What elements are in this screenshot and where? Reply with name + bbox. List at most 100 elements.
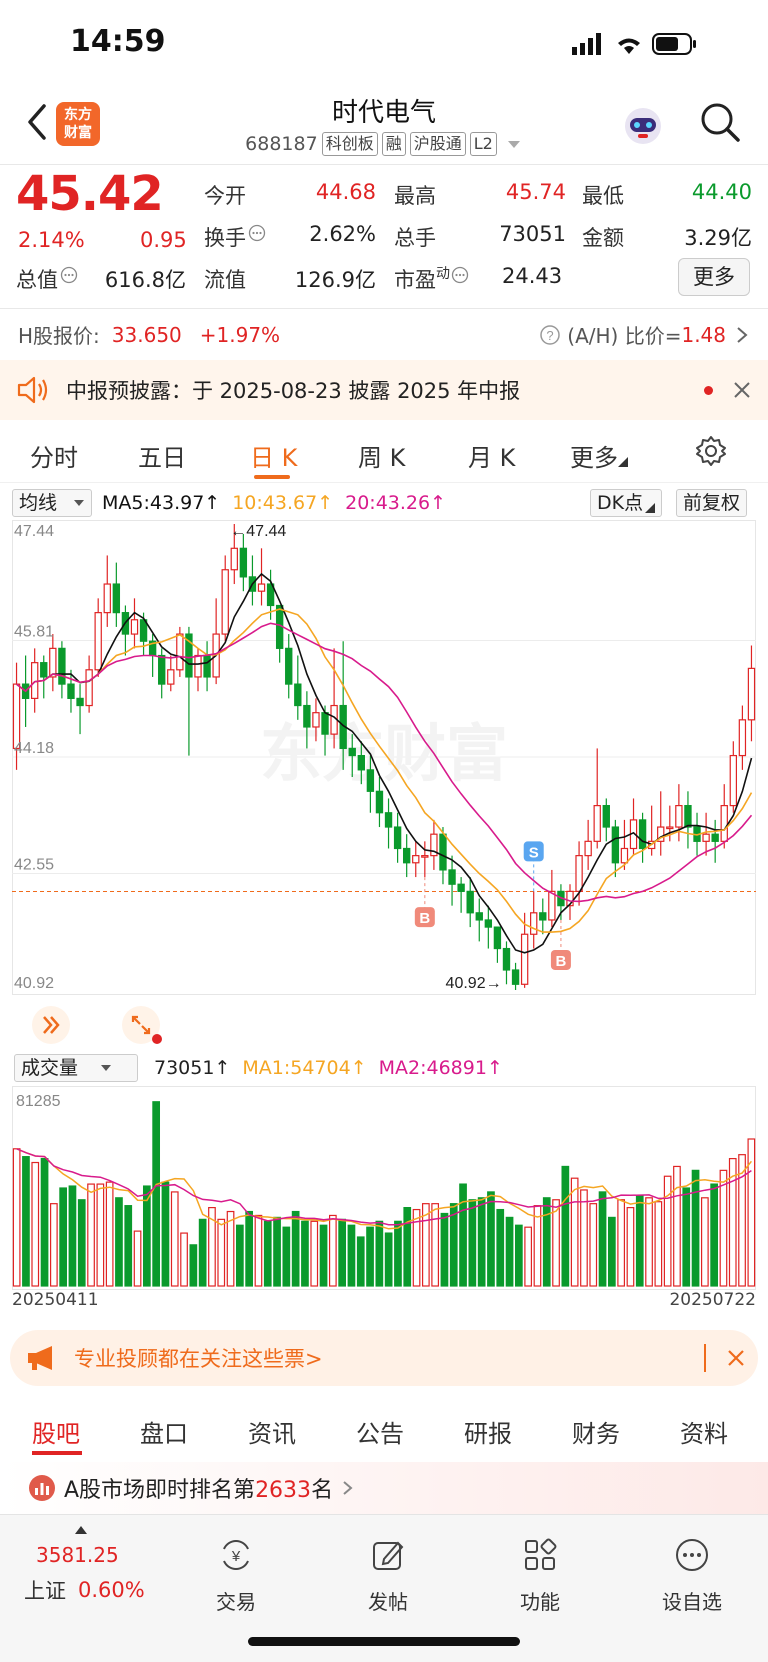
tab-weekly-k[interactable]: 周 K (358, 438, 405, 473)
volume-bar (180, 1232, 188, 1287)
tab-intraday[interactable]: 分时 (30, 438, 78, 473)
functions-button[interactable]: 功能 (490, 1535, 590, 1615)
index-ticker[interactable]: 3581.25 上证 0.60% (14, 1525, 154, 1605)
hshare-row[interactable]: H股报价: 33.650 +1.97% (18, 320, 280, 349)
candle-body (711, 833, 719, 842)
search-icon[interactable] (698, 100, 742, 144)
tab-forum[interactable]: 股吧 (32, 1414, 80, 1449)
add-watchlist-label: 设自选 (662, 1590, 722, 1614)
more-circle-icon (676, 1539, 708, 1571)
hshare-label: H股报价: (18, 324, 100, 348)
date-end: 20250722 (669, 1290, 756, 1310)
post-button[interactable]: 发帖 (338, 1535, 438, 1615)
candle-body (167, 669, 175, 685)
tab-news[interactable]: 资讯 (248, 1414, 296, 1449)
dk-point-select[interactable]: DK点 (590, 489, 663, 517)
volume-value: 73051↑ (154, 1057, 231, 1079)
expand-panel-button[interactable] (32, 1006, 70, 1044)
more-button[interactable]: 更多 (678, 258, 750, 296)
tab-monthly-k[interactable]: 月 K (468, 438, 515, 473)
candle-body (12, 683, 21, 750)
post-label: 发帖 (368, 1590, 408, 1614)
candle-body (285, 647, 293, 685)
volume-bar (440, 1212, 449, 1287)
dk-point-label: DK点 (597, 492, 644, 514)
candle-body (421, 855, 429, 858)
vol-ma2-value: MA2:46891↑ (378, 1057, 503, 1079)
candle-body (402, 847, 411, 864)
volume-bar (115, 1197, 123, 1287)
volume-bar (710, 1183, 719, 1287)
volume-bar (654, 1201, 663, 1287)
mktcap-label[interactable]: 总值 (16, 264, 78, 294)
ma20-value: 20:43.26↑ (345, 492, 447, 514)
signal-icon (572, 33, 601, 55)
volume-bar (40, 1157, 49, 1287)
speaker-icon (17, 376, 48, 404)
tag-level2: L2 (469, 132, 497, 156)
market-rank-row[interactable]: A股市场即时排名第2633名 (0, 1462, 768, 1514)
tab-profile[interactable]: 资料 (680, 1414, 728, 1449)
candle-body (702, 833, 710, 842)
low-label: 最低 (582, 184, 624, 208)
assistant-robot-icon[interactable] (620, 102, 666, 148)
candle-body (384, 812, 393, 828)
volume-bar (68, 1185, 77, 1287)
volume-indicator-select[interactable]: 成交量 (14, 1054, 138, 1082)
candle-body (58, 647, 66, 685)
candle-body (638, 819, 647, 850)
ah-ratio-label: (A/H) 比价= (567, 324, 682, 348)
volume-bar (31, 1161, 40, 1287)
turnover-label[interactable]: 换手 (204, 222, 266, 252)
advisor-banner[interactable]: 专业投顾都在关注这些票> (10, 1330, 758, 1386)
candle-body (530, 912, 538, 935)
tab-research[interactable]: 研报 (464, 1414, 512, 1449)
tab-daily-k[interactable]: 日 K (250, 438, 297, 473)
volume-chart[interactable]: 81285 (12, 1086, 756, 1290)
tab-financials[interactable]: 财务 (572, 1414, 620, 1449)
candlestick-chart[interactable]: 东方财富 47.44 45.81 44.18 42.55 40.92 ←47.44 40.9… (12, 520, 756, 1040)
candle-body (720, 805, 728, 842)
high-value: 45.74 (505, 180, 566, 204)
candle-body (85, 669, 93, 707)
trade-button[interactable]: ¥ 交易 (186, 1535, 286, 1615)
open-value: 44.68 (315, 180, 376, 204)
tab-announcements[interactable]: 公告 (356, 1414, 404, 1449)
candle-body (67, 683, 75, 699)
candle-body (375, 790, 384, 814)
ma10-value: 10:43.67↑ (232, 492, 334, 514)
unread-dot (704, 386, 713, 395)
volume-bar (496, 1208, 505, 1287)
volume-bar (570, 1177, 579, 1287)
wifi-icon (618, 38, 640, 54)
close-icon[interactable] (732, 380, 752, 400)
adjust-button[interactable]: 前复权 (676, 489, 748, 517)
candle-body (593, 805, 601, 842)
tab-more[interactable]: 更多 (570, 438, 628, 473)
fullscreen-button[interactable] (122, 1006, 162, 1044)
volume-bar (254, 1214, 263, 1287)
volume-bar (170, 1191, 179, 1287)
volume-bar (682, 1187, 691, 1287)
volume-bar (198, 1218, 207, 1287)
y-axis-label: 45.81 (14, 624, 54, 641)
settings-gear-icon[interactable] (694, 434, 728, 468)
disclosure-notice[interactable]: 中报预披露：于 2025-08-23 披露 2025 年中报 (0, 360, 768, 420)
volume-bar (542, 1197, 551, 1287)
tab-order-book[interactable]: 盘口 (140, 1414, 188, 1449)
volume-bar (319, 1224, 328, 1287)
candle-body (30, 662, 39, 699)
close-icon[interactable] (726, 1348, 746, 1368)
svg-text:?: ? (547, 328, 554, 343)
indicator-select[interactable]: 均线 (12, 489, 93, 517)
add-watchlist-button[interactable]: 设自选 (642, 1535, 742, 1615)
candle-body (76, 697, 84, 707)
tab-five-day[interactable]: 五日 (138, 438, 186, 473)
volume-bar (328, 1214, 337, 1287)
functions-label: 功能 (520, 1590, 560, 1614)
ah-ratio[interactable]: ? (A/H) 比价= 1.48 (539, 320, 750, 349)
volume-legend-row: 成交量 73051↑ MA1:54704↑ MA2:46891↑ (14, 1054, 503, 1082)
candle-body (502, 947, 511, 971)
banner-divider (704, 1344, 706, 1372)
volume-bar (12, 1148, 21, 1287)
